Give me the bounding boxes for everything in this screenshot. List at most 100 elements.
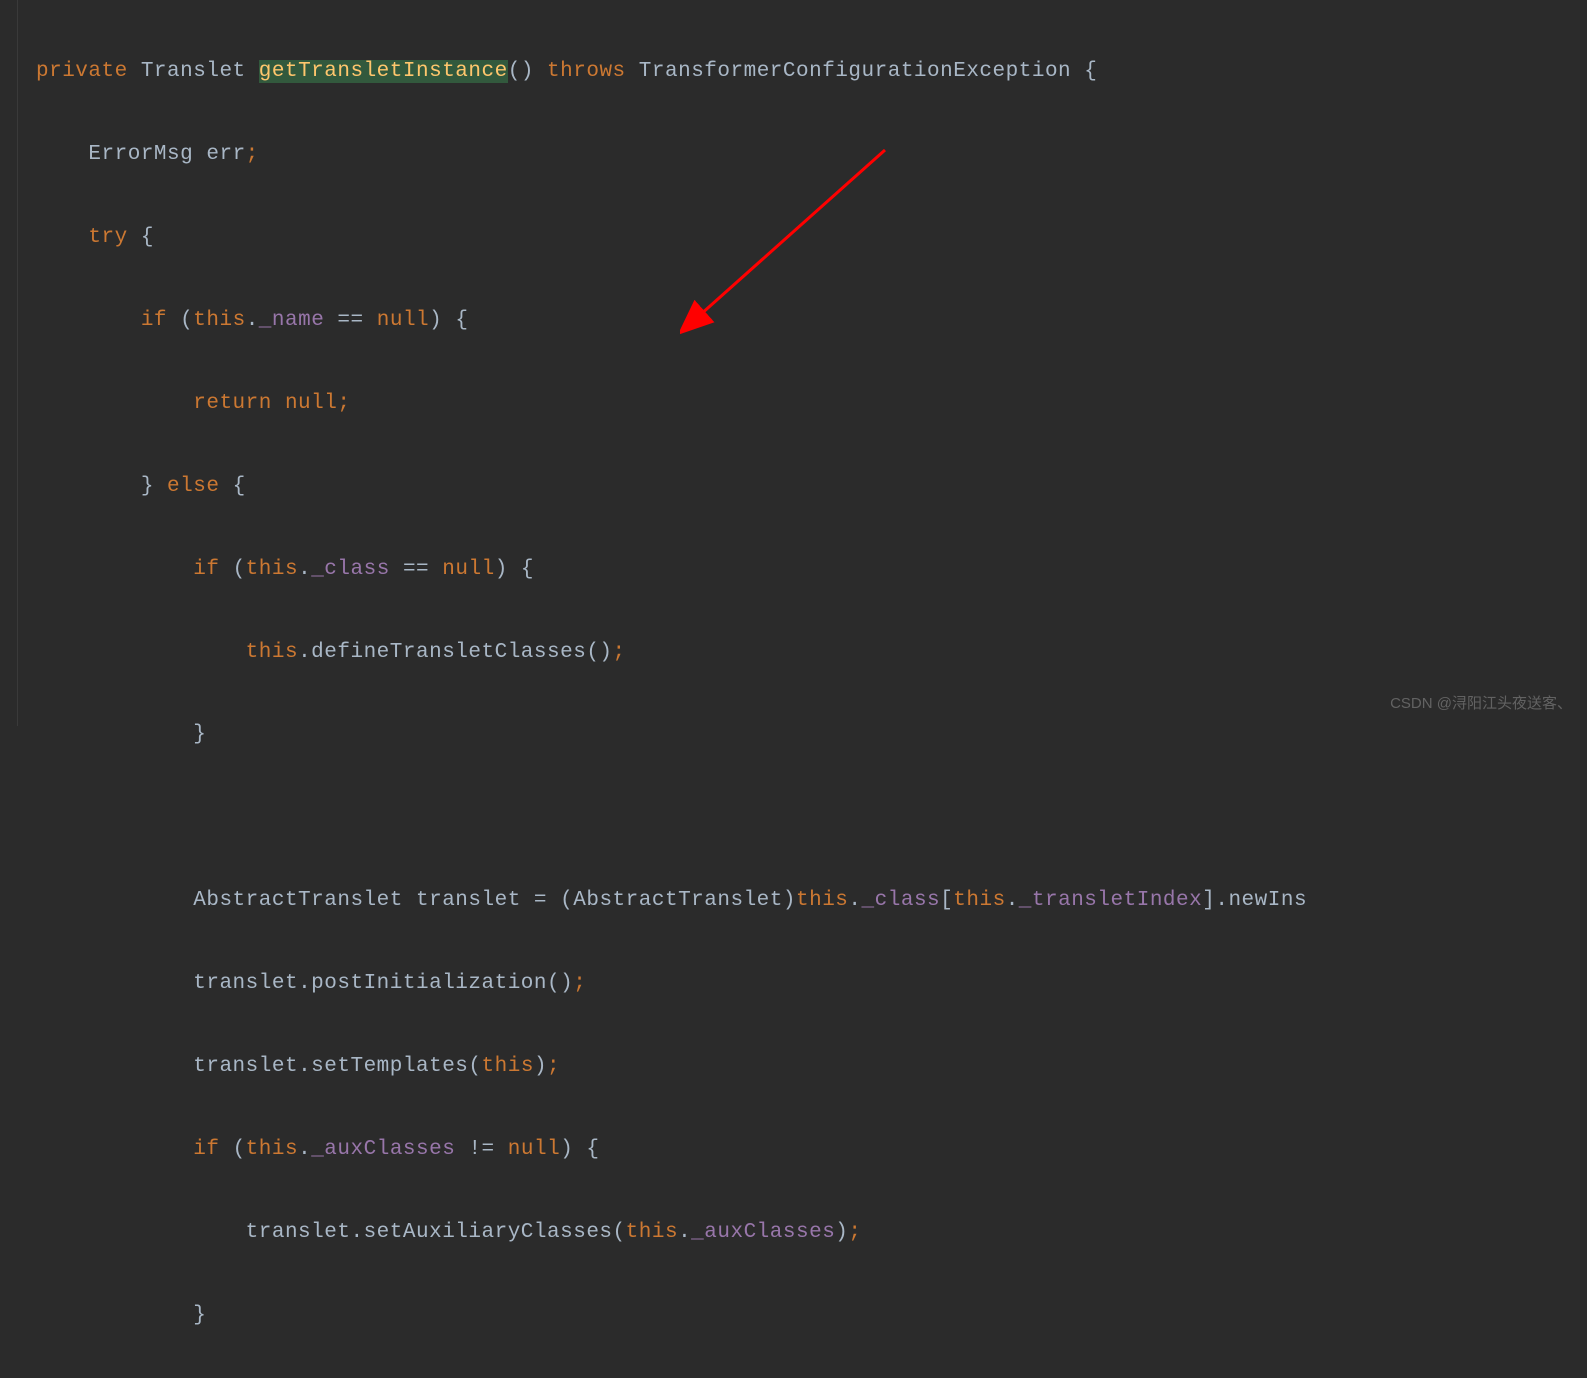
var-translet: translet (193, 972, 298, 995)
dot: . (298, 1055, 311, 1078)
keyword-this: this (246, 558, 298, 581)
paren: ) (429, 309, 442, 332)
brace: { (1084, 60, 1097, 83)
method-name: getTransletInstance (259, 60, 508, 83)
type-translet: Translet (141, 60, 246, 83)
operator: = (534, 889, 547, 912)
paren: ) (783, 889, 796, 912)
brace: { (521, 558, 534, 581)
method-call: newIns (1228, 889, 1307, 912)
field-auxclasses: _auxClasses (311, 1138, 455, 1161)
code-line: if (this._auxClasses != null) { (0, 1129, 1587, 1171)
code-line: ErrorMsg err; (0, 134, 1587, 176)
method-call: postInitialization (311, 972, 547, 995)
keyword-else: else (167, 475, 219, 498)
field-class: _class (862, 889, 941, 912)
method-call: setTemplates (311, 1055, 468, 1078)
dot: . (298, 558, 311, 581)
keyword-this: this (953, 889, 1005, 912)
paren: ) (835, 1221, 848, 1244)
cast-type: AbstractTranslet (573, 889, 783, 912)
keyword-this: this (193, 309, 245, 332)
paren: ( (233, 558, 246, 581)
parens: () (547, 972, 573, 995)
semi: ; (246, 143, 259, 166)
semi: ; (573, 972, 586, 995)
parens: () (508, 60, 534, 83)
dot: . (1215, 889, 1228, 912)
paren: ( (560, 889, 573, 912)
keyword-this: this (246, 1138, 298, 1161)
dot: . (298, 641, 311, 664)
keyword-try: try (88, 226, 127, 249)
code-line: AbstractTranslet translet = (AbstractTra… (0, 880, 1587, 922)
code-line: return null; (0, 383, 1587, 425)
code-line: } (0, 1295, 1587, 1337)
dot: . (298, 972, 311, 995)
operator: != (468, 1138, 494, 1161)
keyword-null: null (442, 558, 494, 581)
semi: ; (848, 1221, 861, 1244)
dot: . (246, 309, 259, 332)
paren: ) (495, 558, 508, 581)
keyword-private: private (36, 60, 128, 83)
bracket: ] (1202, 889, 1215, 912)
type-errormsg: ErrorMsg (88, 143, 193, 166)
keyword-this: this (246, 641, 298, 664)
code-line (0, 797, 1587, 839)
editor-gutter (0, 0, 18, 726)
paren: ( (613, 1221, 626, 1244)
dot: . (298, 1138, 311, 1161)
semi: ; (337, 392, 350, 415)
brace: } (193, 1304, 206, 1327)
keyword-if: if (141, 309, 167, 332)
keyword-this: this (482, 1055, 534, 1078)
field-transletindex: _transletIndex (1019, 889, 1202, 912)
keyword-if: if (193, 1138, 219, 1161)
operator: == (403, 558, 429, 581)
brace: } (141, 475, 154, 498)
var-translet: translet (416, 889, 521, 912)
code-line: this.defineTransletClasses(); (0, 632, 1587, 674)
paren: ) (534, 1055, 547, 1078)
brace: { (141, 226, 154, 249)
dot: . (678, 1221, 691, 1244)
field-auxclasses: _auxClasses (691, 1221, 835, 1244)
keyword-return: return null (193, 392, 337, 415)
parens: () (586, 641, 612, 664)
dot: . (848, 889, 861, 912)
keyword-if: if (193, 558, 219, 581)
keyword-throws: throws (547, 60, 626, 83)
dot: . (350, 1221, 363, 1244)
paren: ) (560, 1138, 573, 1161)
var-translet: translet (246, 1221, 351, 1244)
var-err: err (206, 143, 245, 166)
code-line: if (this._name == null) { (0, 300, 1587, 342)
var-translet: translet (193, 1055, 298, 1078)
code-line: translet.postInitialization(); (0, 963, 1587, 1005)
field-class: _class (311, 558, 390, 581)
semi: ; (613, 641, 626, 664)
keyword-null: null (508, 1138, 560, 1161)
code-line: private Translet getTransletInstance() t… (0, 51, 1587, 93)
code-editor[interactable]: private Translet getTransletInstance() t… (0, 0, 1587, 1378)
keyword-this: this (796, 889, 848, 912)
brace: { (233, 475, 246, 498)
code-line: translet.setAuxiliaryClasses(this._auxCl… (0, 1212, 1587, 1254)
field-name: _name (259, 309, 325, 332)
brace: { (586, 1138, 599, 1161)
code-line: translet.setTemplates(this); (0, 1046, 1587, 1088)
brace: { (455, 309, 468, 332)
keyword-this: this (626, 1221, 678, 1244)
code-line: } (0, 714, 1587, 756)
type-abstracttranslet: AbstractTranslet (193, 889, 403, 912)
bracket: [ (940, 889, 953, 912)
operator: == (337, 309, 363, 332)
keyword-null: null (377, 309, 429, 332)
paren: ( (180, 309, 193, 332)
watermark-text: CSDN @浔阳江头夜送客、 (1390, 689, 1572, 718)
code-line: } else { (0, 466, 1587, 508)
method-call: setAuxiliaryClasses (364, 1221, 613, 1244)
exception-type: TransformerConfigurationException (639, 60, 1071, 83)
paren: ( (233, 1138, 246, 1161)
